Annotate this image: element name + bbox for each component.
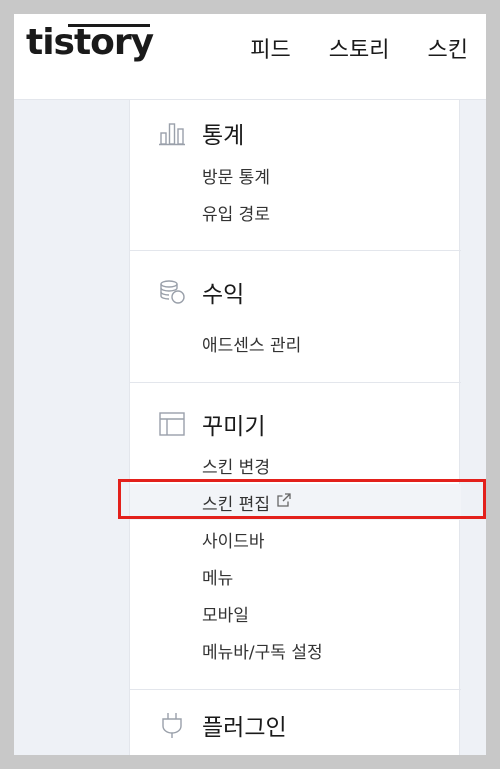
nav-story[interactable]: 스토리	[329, 32, 390, 64]
section-stats-header[interactable]: 통계	[158, 116, 244, 150]
nav-feed[interactable]: 피드	[250, 32, 290, 64]
coins-icon	[158, 278, 186, 306]
sidebar-item-sidebar[interactable]: 사이드바	[130, 521, 461, 557]
plug-icon	[158, 711, 186, 739]
sidebar-panel: 통계 방문 통계 유입 경로 수익 애드센스 관리 꾸미기 스킨 변경 스킨 편…	[129, 100, 461, 755]
app-frame: tistory 피드 스토리 스킨 통계 방문 통계 유입 경로 수익 애드센스…	[14, 14, 486, 755]
top-bar: tistory 피드 스토리 스킨	[14, 14, 486, 100]
section-design: 꾸미기 스킨 변경 스킨 편집 사이드바 메뉴 모바일 메뉴바/구독 설정	[130, 383, 461, 690]
sidebar-item-visit-stats[interactable]: 방문 통계	[130, 157, 461, 193]
sidebar-item-menubar-subscribe[interactable]: 메뉴바/구독 설정	[130, 632, 461, 668]
bar-chart-icon	[158, 119, 186, 147]
sidebar-item-menu[interactable]: 메뉴	[130, 558, 461, 594]
section-plugin: 플러그인	[130, 690, 461, 755]
top-nav: 피드 스토리 스킨	[250, 32, 486, 64]
section-design-header[interactable]: 꾸미기	[158, 407, 265, 441]
layout-icon	[158, 410, 186, 438]
section-revenue-header[interactable]: 수익	[158, 275, 244, 309]
nav-skin[interactable]: 스킨	[428, 32, 468, 64]
section-title: 수익	[202, 282, 245, 308]
sidebar-item-adsense[interactable]: 애드센스 관리	[130, 325, 461, 361]
sidebar-item-skin-edit[interactable]: 스킨 편집	[130, 484, 461, 520]
sidebar-item-referrer[interactable]: 유입 경로	[130, 194, 461, 230]
section-title: 통계	[202, 123, 245, 149]
external-link-icon	[276, 492, 292, 513]
section-title: 꾸미기	[202, 414, 266, 440]
sidebar-item-skin-change[interactable]: 스킨 변경	[130, 447, 461, 483]
section-plugin-header[interactable]: 플러그인	[158, 708, 287, 742]
sidebar-item-mobile[interactable]: 모바일	[130, 595, 461, 631]
section-stats: 통계 방문 통계 유입 경로	[130, 100, 461, 251]
tistory-logo[interactable]: tistory	[26, 22, 154, 63]
section-title: 플러그인	[202, 715, 287, 741]
sidebar-item-label: 스킨 편집	[202, 494, 270, 515]
section-revenue: 수익 애드센스 관리	[130, 251, 461, 383]
